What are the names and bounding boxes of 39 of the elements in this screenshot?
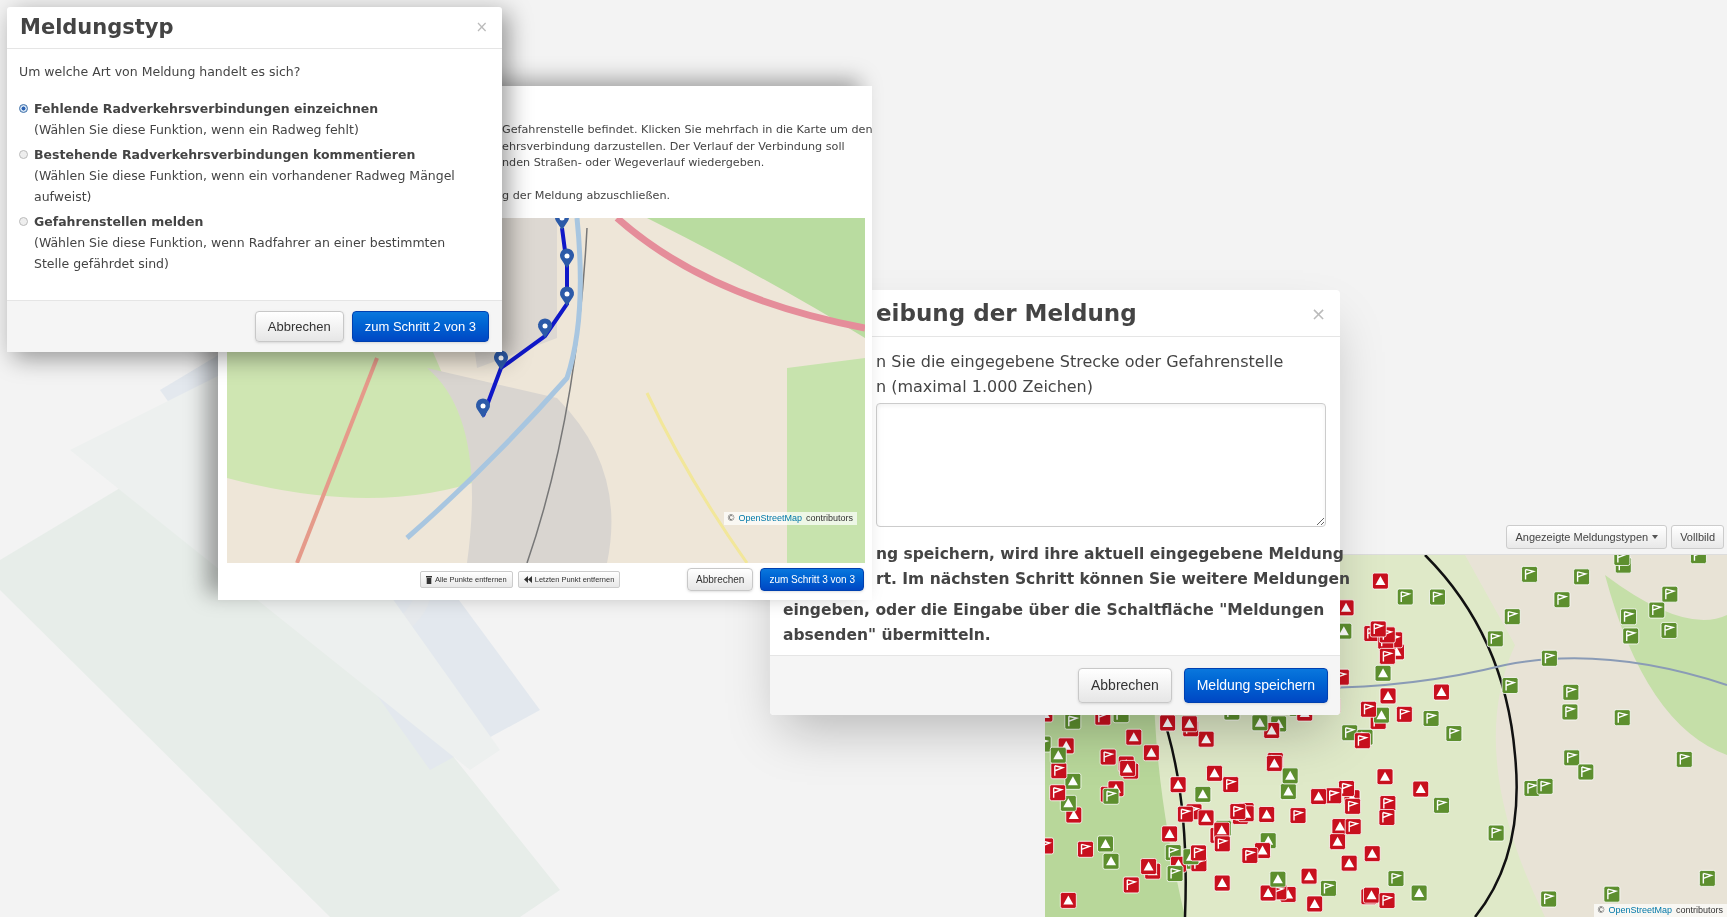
option-hint: (Wählen Sie diese Funktion, wenn ein vorhandener Radweg Mängel aufweist): [34, 166, 456, 206]
dropdown-button[interactable]: Angezeigte Meldungstypen: [1506, 524, 1668, 550]
radio-button[interactable]: [19, 216, 28, 226]
fullscreen-button[interactable]: Vollbild: [1671, 524, 1724, 550]
radio-button[interactable]: [19, 149, 28, 159]
option-label: Gefahrenstellen melden: [34, 212, 205, 231]
prompt-text: n Sie die eingegebene Strecke oder Gefahrenstelle: [876, 351, 1284, 373]
openstreetmap-link[interactable]: OpenStreetMap: [1608, 903, 1672, 917]
instruction-text: g der Meldung abzuschließen.: [502, 188, 671, 205]
option-hint: (Wählen Sie diese Funktion, wenn Radfahrer an einer bestimmten Stelle gefährdet sind): [34, 233, 447, 273]
copyright-text: ©: [1597, 903, 1605, 917]
cancel-button[interactable]: Abbrechen: [687, 568, 754, 591]
notice-text: eingeben, oder die Eingabe über die Schaltfläche "Meldungen: [783, 600, 1325, 621]
instruction-text: ehrsverbindung darzustellen. Der Verlauf der Verbindung soll: [502, 138, 845, 155]
option-hint: (Wählen Sie diese Funktion, wenn ein Radweg fehlt): [34, 120, 360, 139]
next-button[interactable]: zum Schritt 3 von 3: [760, 568, 864, 591]
cancel-button[interactable]: Abbrechen: [254, 310, 344, 343]
option-label: Fehlende Radverkehrsverbindungen einzeichnen: [34, 99, 380, 118]
notice-text: rt. Im nächsten Schritt können Sie weitere Meldungen: [876, 569, 1351, 590]
notice-text: absenden" übermitteln.: [783, 625, 991, 646]
contributors-text: contributors: [1675, 903, 1723, 917]
question-text: Um welche Art von Meldung handelt es sich?: [19, 63, 302, 81]
option-label: Bestehende Radverkehrsverbindungen kommentieren: [34, 145, 417, 164]
prompt-text: n (maximal 1.000 Zeichen): [876, 376, 1093, 398]
next-button[interactable]: Meldung speichern: [1183, 668, 1328, 703]
radio-button[interactable]: [19, 103, 28, 113]
dialog-title: Meldungstyp: [20, 13, 174, 41]
notice-text: ng speichern, wird ihre aktuell eingegebene Meldung: [876, 544, 1344, 565]
cancel-button[interactable]: Abbrechen: [1078, 668, 1172, 703]
description-field[interactable]: [876, 403, 1326, 527]
contributors-text: contributors: [805, 511, 853, 525]
next-button[interactable]: zum Schritt 2 von 3: [351, 310, 489, 343]
instruction-text: nden Straßen- oder Wegeverlauf wiedergeben.: [502, 155, 765, 172]
dialog-title: eibung der Meldung: [876, 298, 1137, 328]
trash-icon: [426, 575, 432, 584]
double-left-arrow-icon: [523, 576, 532, 583]
instruction-text: Gefahrenstelle befindet. Klicken Sie mehrfach in die Karte um den: [502, 122, 873, 138]
openstreetmap-link[interactable]: OpenStreetMap: [738, 511, 802, 525]
copyright-text: ©: [727, 511, 735, 525]
